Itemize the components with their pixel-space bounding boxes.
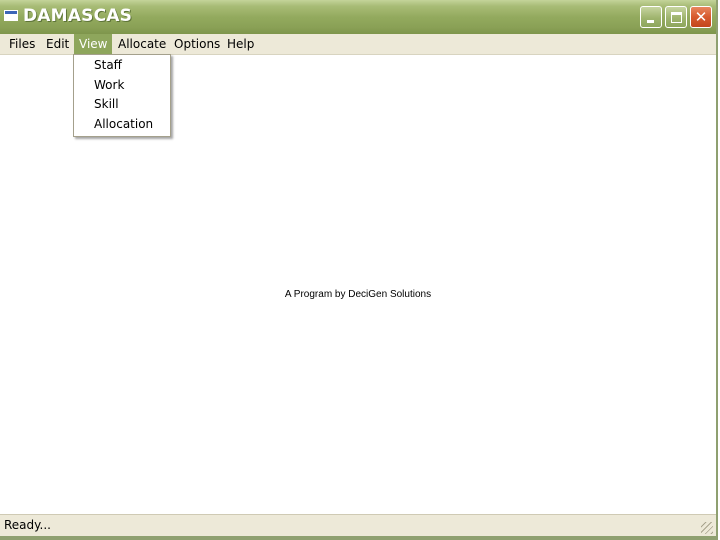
status-text: Ready... <box>4 518 51 532</box>
menu-bar: Files Edit View Allocate Options Help <box>0 34 716 55</box>
menu-item-staff[interactable]: Staff <box>75 56 169 75</box>
status-bar: Ready... <box>0 514 716 536</box>
maximize-button[interactable] <box>665 6 687 28</box>
minimize-button[interactable] <box>640 6 662 28</box>
menu-item-work[interactable]: Work <box>75 76 169 95</box>
menu-allocate[interactable]: Allocate <box>113 34 171 54</box>
menu-item-skill[interactable]: Skill <box>75 95 169 114</box>
window-title: DAMASCAS <box>23 6 133 26</box>
menu-help[interactable]: Help <box>222 34 259 54</box>
minimize-icon <box>647 20 654 23</box>
menu-edit[interactable]: Edit <box>41 34 74 54</box>
maximize-icon <box>670 11 682 23</box>
close-icon: ✕ <box>694 7 708 26</box>
menu-options[interactable]: Options <box>169 34 225 54</box>
menu-view[interactable]: View <box>74 34 113 54</box>
menu-item-allocation[interactable]: Allocation <box>75 115 169 134</box>
resize-grip-icon[interactable] <box>701 522 713 534</box>
menu-files[interactable]: Files <box>4 34 40 54</box>
window-bottom-border[interactable] <box>0 536 718 540</box>
app-window: DAMASCAS ✕ Files Edit View Allocate Opti… <box>0 0 718 540</box>
title-bar[interactable]: DAMASCAS ✕ <box>0 0 716 35</box>
close-button[interactable]: ✕ <box>690 6 712 28</box>
view-dropdown-menu: Staff Work Skill Allocation <box>73 54 171 137</box>
window-icon[interactable] <box>4 10 18 21</box>
program-tagline: A Program by DeciGen Solutions <box>284 289 432 300</box>
